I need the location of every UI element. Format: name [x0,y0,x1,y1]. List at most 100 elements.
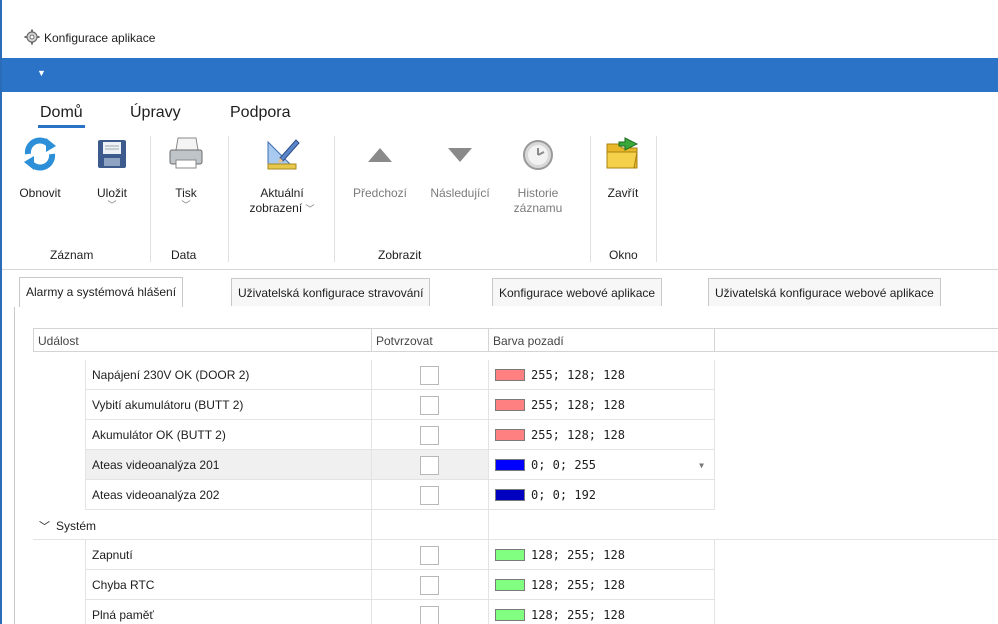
confirm-checkbox[interactable] [420,396,439,415]
refresh-button[interactable]: Obnovit [18,134,62,201]
column-header-empty [715,328,998,352]
chevron-down-icon[interactable]: ﹀ [90,201,134,210]
tab-user-web-app-config[interactable]: Uživatelská konfigurace webové aplikace [708,278,941,306]
next-label: Následující [430,186,490,200]
folder-exit-icon [603,134,643,174]
confirm-checkbox[interactable] [420,606,439,624]
save-label: Uložit [96,186,127,200]
confirm-cell [372,480,489,510]
previous-button[interactable]: Předchozí [345,134,415,201]
background-cell[interactable]: 0; 0; 255 ▼ [489,450,715,480]
current-view-button[interactable]: Aktuální zobrazení ﹀ [240,134,324,216]
event-cell: Plná paměť [85,600,372,624]
table-row[interactable]: Ateas videoanalýza 201 0; 0; 255 ▼ [33,450,998,480]
color-swatch [495,369,525,381]
chevron-down-icon[interactable]: ﹀ [306,204,315,214]
color-value: 255; 128; 128 [531,398,625,412]
group-separator [334,136,335,262]
column-header-event[interactable]: Událost [33,328,372,352]
clock-history-icon [518,134,558,174]
color-value: 128; 255; 128 [531,548,625,562]
event-cell: Ateas videoanalýza 201 [85,450,372,480]
group-separator [590,136,591,262]
color-swatch [495,549,525,561]
background-cell[interactable]: 0; 0; 192 [489,480,715,510]
chevron-down-icon[interactable]: ﹀ [39,521,50,533]
event-cell: Chyba RTC [85,570,372,600]
background-cell[interactable]: 128; 255; 128 [489,600,715,624]
column-header-confirm[interactable]: Potvrzovat [372,328,489,352]
quick-access-toolbar: ▼ [2,58,998,92]
confirm-checkbox[interactable] [420,486,439,505]
event-cell: Ateas videoanalýza 202 [85,480,372,510]
tab-web-app-config[interactable]: Konfigurace webové aplikace [492,278,663,306]
floppy-disk-icon [92,134,132,174]
ribbon-tabs: Domů Úpravy Podpora [2,92,998,130]
table-row[interactable]: Plná paměť 128; 255; 128 [33,600,998,624]
table-row[interactable]: Chyba RTC 128; 255; 128 [33,570,998,600]
tab-support[interactable]: Podpora [230,104,291,122]
group-label-record: Záznam [50,248,94,262]
table-row[interactable]: Napájení 230V OK (DOOR 2) 255; 128; 128 [33,360,998,390]
confirm-checkbox[interactable] [420,426,439,445]
close-button[interactable]: Zavřít [598,134,648,201]
color-swatch [495,609,525,621]
group-separator [656,136,657,262]
color-swatch [495,399,525,411]
confirm-checkbox[interactable] [420,456,439,475]
record-history-button[interactable]: Historie záznamu [508,134,568,216]
next-button[interactable]: Následující [422,134,498,201]
chevron-down-icon[interactable]: ﹀ [164,201,208,210]
group-row[interactable]: ﹀ Systém [33,510,998,540]
confirm-cell [372,450,489,480]
confirm-cell [372,390,489,420]
save-button[interactable]: Uložit ﹀ [90,134,134,210]
event-cell: Zapnutí [85,540,372,570]
confirm-checkbox[interactable] [420,546,439,565]
table-row[interactable]: Akumulátor OK (BUTT 2) 255; 128; 128 [33,420,998,450]
gear-icon [24,29,40,45]
tab-home[interactable]: Domů [38,104,85,128]
background-cell[interactable]: 128; 255; 128 [489,540,715,570]
group-cell: ﹀ Systém [33,510,372,540]
group-separator [228,136,229,262]
background-cell[interactable]: 255; 128; 128 [489,420,715,450]
close-label: Zavřít [607,186,639,200]
event-cell: Napájení 230V OK (DOOR 2) [85,360,372,390]
refresh-label: Obnovit [19,186,61,200]
event-cell: Akumulátor OK (BUTT 2) [85,420,372,450]
document-tabs: Alarmy a systémová hlášení Uživatelská k… [2,270,998,310]
background-cell[interactable]: 255; 128; 128 [489,390,715,420]
group-label-window: Okno [609,248,638,262]
window-title: Konfigurace aplikace [44,31,156,45]
confirm-cell [372,540,489,570]
confirm-checkbox[interactable] [420,366,439,385]
color-swatch [495,429,525,441]
background-cell[interactable]: 255; 128; 128 [489,360,715,390]
current-view-label: Aktuální zobrazení ﹀ [240,186,324,216]
table-row[interactable]: Zapnutí 128; 255; 128 [33,540,998,570]
confirm-cell [372,360,489,390]
group-label: Systém [56,519,97,533]
table-row[interactable]: Ateas videoanalýza 202 0; 0; 192 [33,480,998,510]
tab-edit[interactable]: Úpravy [130,104,181,122]
color-swatch [495,579,525,591]
background-cell [489,510,998,540]
table-row[interactable]: Vybití akumulátoru (BUTT 2) 255; 128; 12… [33,390,998,420]
print-button[interactable]: Tisk ﹀ [164,134,208,210]
color-value: 0; 0; 255 [531,458,597,472]
group-separator [150,136,151,262]
confirm-cell [372,600,489,624]
confirm-cell [372,570,489,600]
confirm-checkbox[interactable] [420,576,439,595]
print-label: Tisk [175,186,197,200]
quick-access-dropdown-icon[interactable]: ▼ [37,68,46,78]
tab-alarms[interactable]: Alarmy a systémová hlášení [19,277,184,307]
column-header-background[interactable]: Barva pozadí [489,328,715,352]
confirm-cell [372,510,489,540]
triangle-up-icon [360,134,400,174]
tab-catering-config[interactable]: Uživatelská konfigurace stravování [231,278,431,306]
record-history-label-line1: Historie [517,186,559,200]
chevron-down-icon[interactable]: ▼ [699,461,704,470]
background-cell[interactable]: 128; 255; 128 [489,570,715,600]
